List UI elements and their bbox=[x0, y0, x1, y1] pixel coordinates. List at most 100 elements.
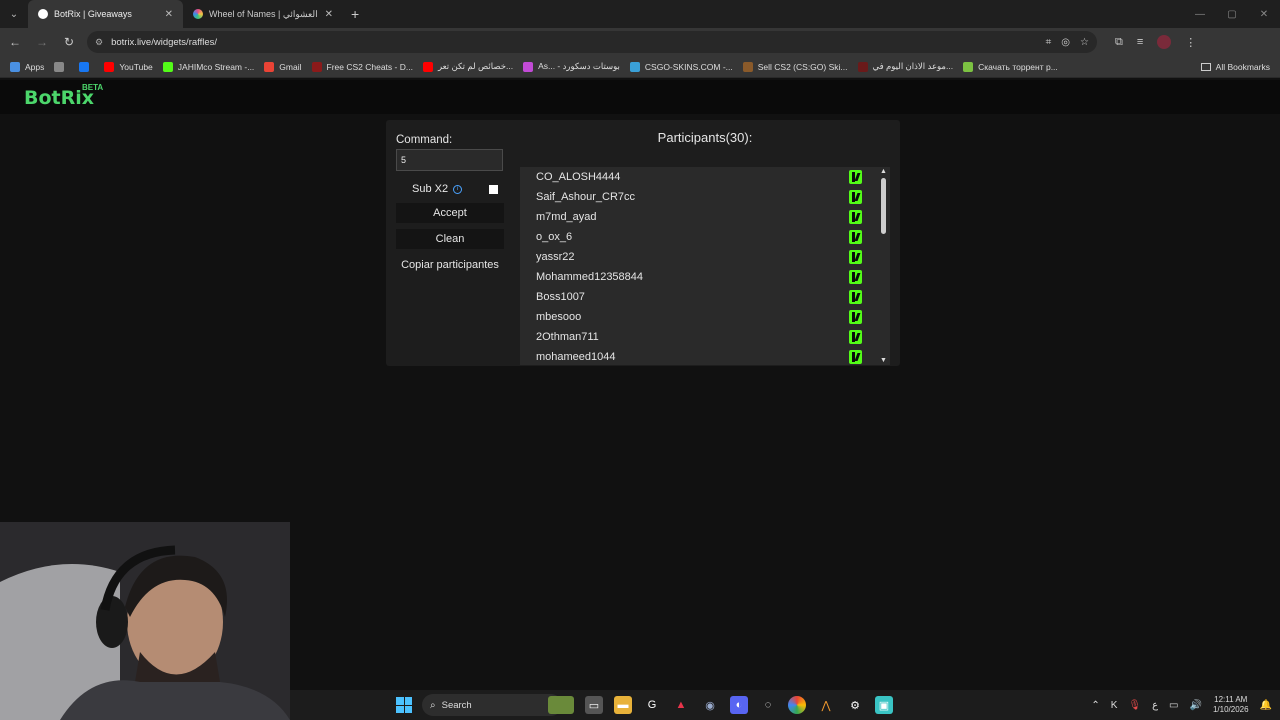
steam-icon[interactable]: ◉ bbox=[701, 696, 719, 714]
network-icon[interactable]: ▭ bbox=[1169, 700, 1178, 711]
accept-button[interactable]: Accept bbox=[396, 203, 504, 223]
bookmark-item[interactable]: As... - بوستات دسكورد bbox=[523, 61, 620, 72]
minimize-icon[interactable]: — bbox=[1184, 0, 1216, 28]
bookmark-label: CSGO-SKINS.COM -... bbox=[644, 61, 733, 72]
bookmark-item[interactable] bbox=[54, 61, 69, 72]
botrix-favicon-icon bbox=[38, 9, 48, 19]
bookmark-item[interactable]: YouTube bbox=[104, 61, 153, 72]
bookmark-item[interactable]: JAHIMco Stream -... bbox=[162, 61, 255, 72]
chrome-icon[interactable] bbox=[788, 696, 806, 714]
menu-kebab-icon[interactable]: ⋮ bbox=[1185, 36, 1196, 49]
tab-botrix[interactable]: BotRix | Giveaways ✕ bbox=[28, 0, 183, 28]
close-tab-icon[interactable]: ✕ bbox=[325, 9, 333, 20]
kick-platform-icon bbox=[849, 190, 862, 204]
wheel-favicon-icon bbox=[193, 9, 203, 19]
logitech-g-icon[interactable]: G bbox=[643, 696, 661, 714]
bookmark-item[interactable]: خصائص لم تكن تعر... bbox=[422, 61, 513, 72]
clean-button[interactable]: Clean bbox=[396, 229, 504, 249]
reading-list-icon[interactable]: ≡ bbox=[1137, 36, 1143, 48]
bookmark-label: JAHIMco Stream -... bbox=[177, 61, 255, 72]
url-text: botrix.live/widgets/raffles/ bbox=[111, 36, 218, 48]
participant-row: Mohammed12358844 bbox=[520, 267, 890, 287]
info-icon[interactable]: i bbox=[453, 184, 463, 194]
participant-row: mbesooo bbox=[520, 307, 890, 327]
bookmark-label: Free CS2 Cheats - D... bbox=[326, 61, 413, 72]
close-window-icon[interactable]: ✕ bbox=[1248, 0, 1280, 28]
participant-row: Boss1007 bbox=[520, 287, 890, 307]
obs-icon[interactable]: ◌ bbox=[759, 696, 777, 714]
kick-tray-icon[interactable]: K bbox=[1111, 700, 1118, 711]
clock-time: 12:11 AM bbox=[1214, 695, 1248, 704]
volume-icon[interactable]: 🔊 bbox=[1190, 700, 1202, 711]
scroll-up-arrow-icon[interactable]: ▲ bbox=[880, 168, 887, 175]
notifications-icon[interactable]: 🔔 bbox=[1260, 700, 1272, 711]
widgets-icon[interactable] bbox=[548, 696, 574, 714]
participant-name: Boss1007 bbox=[536, 291, 585, 303]
maximize-icon[interactable]: ▢ bbox=[1216, 0, 1248, 28]
bookmark-label: YouTube bbox=[119, 61, 153, 72]
file-explorer-icon[interactable]: ▬ bbox=[614, 696, 632, 714]
back-arrow-icon[interactable]: ← bbox=[3, 30, 27, 54]
bookmark-favicon-icon bbox=[629, 61, 640, 72]
close-tab-icon[interactable]: ✕ bbox=[165, 9, 173, 20]
red-app-icon[interactable]: ▲ bbox=[672, 696, 690, 714]
bookmark-item[interactable]: موعد الاذان اليوم في... bbox=[857, 61, 953, 72]
teal-app-icon[interactable]: ▣ bbox=[875, 696, 893, 714]
participant-name: m7md_ayad bbox=[536, 211, 597, 223]
scrollbar-thumb[interactable] bbox=[881, 178, 886, 234]
tab-wheel-of-names[interactable]: Wheel of Names | سم العشوائي ✕ bbox=[183, 0, 343, 28]
sub-x2-row: Sub X2 i bbox=[396, 181, 504, 197]
new-tab-plus-icon[interactable]: + bbox=[351, 6, 359, 22]
extensions-puzzle-icon[interactable]: ⧉ bbox=[1115, 36, 1123, 49]
clock[interactable]: 12:11 AM 1/10/2026 bbox=[1213, 695, 1249, 715]
kick-platform-icon bbox=[849, 270, 862, 284]
command-label: Command: bbox=[396, 134, 453, 146]
bookmark-favicon-icon bbox=[79, 61, 90, 72]
browser-tab-strip: ⌄ BotRix | Giveaways ✕ Wheel of Names | … bbox=[0, 0, 1280, 28]
bookmark-label: Sell CS2 (CS:GO) Ski... bbox=[757, 61, 848, 72]
bookmark-item[interactable]: Free CS2 Cheats - D... bbox=[311, 61, 413, 72]
task-view-icon[interactable]: ▭ bbox=[585, 696, 603, 714]
bookmark-item[interactable]: Apps bbox=[10, 61, 44, 72]
language-indicator[interactable]: ع bbox=[1152, 700, 1158, 711]
bookmarks-bar: Apps YouTube JAHIMco Stream -... Gmail Free … bbox=[0, 56, 1280, 78]
microphone-icon[interactable]: 🎙 bbox=[1128, 700, 1141, 711]
tab-search-chevron-icon[interactable]: ⌄ bbox=[4, 4, 24, 24]
profile-avatar[interactable] bbox=[1157, 35, 1172, 49]
bookmark-star-icon[interactable]: ☆ bbox=[1080, 37, 1089, 48]
reload-icon[interactable]: ↻ bbox=[57, 30, 81, 54]
scroll-down-arrow-icon[interactable]: ▼ bbox=[880, 357, 887, 364]
bookmark-item[interactable] bbox=[79, 61, 94, 72]
eye-off-icon[interactable]: ◎ bbox=[1061, 37, 1070, 48]
chevron-up-icon[interactable]: ⌃ bbox=[1091, 700, 1099, 711]
bookmark-item[interactable]: Скачать торрент р... bbox=[963, 61, 1058, 72]
taskbar-search[interactable]: ⌕ Search bbox=[422, 694, 562, 716]
address-bar[interactable]: ⚙ botrix.live/widgets/raffles/ ⌗ ◎ ☆ bbox=[87, 31, 1097, 53]
windows-start-icon[interactable] bbox=[396, 697, 412, 713]
participants-scrollbar[interactable]: ▲ ▼ bbox=[878, 167, 890, 365]
participant-name: mohameed1044 bbox=[536, 351, 616, 363]
participant-name: Saif_Ashour_CR7cc bbox=[536, 191, 636, 203]
kick-platform-icon bbox=[849, 310, 862, 324]
all-bookmarks-folder[interactable]: All Bookmarks bbox=[1200, 62, 1270, 72]
orange-app-icon[interactable]: ⋀ bbox=[817, 696, 835, 714]
bookmark-favicon-icon bbox=[10, 61, 20, 72]
translate-icon[interactable]: ⌗ bbox=[1046, 37, 1052, 48]
bookmark-item[interactable]: CSGO-SKINS.COM -... bbox=[629, 61, 733, 72]
settings-gear-icon[interactable]: ⚙ bbox=[846, 696, 864, 714]
site-info-icon[interactable]: ⚙ bbox=[95, 37, 103, 48]
bookmark-item[interactable]: Gmail bbox=[264, 61, 302, 72]
discord-icon[interactable]: ◐ bbox=[730, 696, 748, 714]
sub-x2-checkbox[interactable] bbox=[489, 184, 499, 194]
forward-arrow-icon[interactable]: → bbox=[30, 30, 54, 54]
bookmark-favicon-icon bbox=[523, 61, 534, 72]
command-input[interactable] bbox=[396, 149, 503, 171]
bookmark-favicon-icon bbox=[742, 61, 753, 72]
bookmark-item[interactable]: Sell CS2 (CS:GO) Ski... bbox=[742, 61, 848, 72]
kick-platform-icon bbox=[849, 330, 862, 344]
clock-date: 1/10/2026 bbox=[1212, 705, 1249, 714]
bookmark-favicon-icon bbox=[963, 61, 974, 72]
search-icon: ⌕ bbox=[430, 699, 436, 711]
copy-participants-button[interactable]: Copiar participantes bbox=[396, 255, 504, 275]
bookmark-favicon-icon bbox=[54, 61, 65, 72]
